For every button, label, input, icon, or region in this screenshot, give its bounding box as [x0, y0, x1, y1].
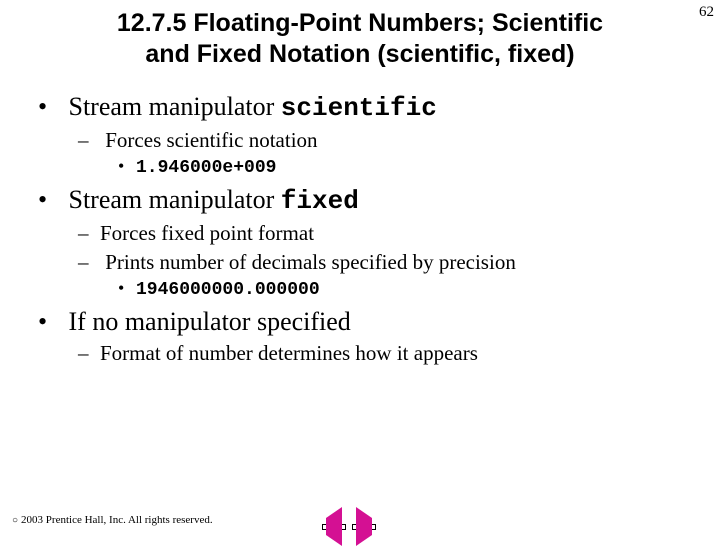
arrow-right-icon [356, 507, 372, 546]
subbullet-text: Forces scientific notation [105, 128, 317, 152]
code-fixed: fixed [281, 186, 359, 216]
bullet-text: Stream manipulator [69, 185, 281, 214]
page-number: 62 [699, 4, 714, 21]
subbullet-default-format: Format of number determines how it appea… [78, 339, 682, 367]
subbullet-text: Forces fixed point format [100, 221, 314, 245]
copyright-text: 2003 Prentice Hall, Inc. All rights rese… [21, 514, 213, 526]
bullet-fixed: Stream manipulator fixed Forces fixed po… [38, 182, 682, 302]
copyright-icon: ○ [12, 515, 18, 526]
subbullet-precision: Prints number of decimals specified by p… [78, 248, 682, 303]
example-fixed: 1946000000.000000 [118, 276, 682, 302]
bullet-no-manipulator: If no manipulator specified Format of nu… [38, 304, 682, 367]
slide-body: Stream manipulator scientific Forces sci… [0, 71, 720, 368]
arrow-left-icon [326, 507, 342, 546]
title-line-1: 12.7.5 Floating-Point Numbers; Scientifi… [117, 9, 603, 37]
subbullet-fixed-format: Forces fixed point format [78, 219, 682, 247]
code-scientific: scientific [281, 93, 437, 123]
subbullet-text: Prints number of decimals specified by p… [105, 250, 516, 274]
copyright-footer: ○ 2003 Prentice Hall, Inc. All rights re… [12, 514, 213, 526]
bullet-scientific: Stream manipulator scientific Forces sci… [38, 89, 682, 181]
subbullet-scientific-notation: Forces scientific notation 1.946000e+009 [78, 126, 682, 181]
nav-arrows [322, 524, 376, 530]
code-example: 1.946000e+009 [136, 158, 276, 178]
slide-title: 12.7.5 Floating-Point Numbers; Scientifi… [0, 0, 720, 71]
example-scientific: 1.946000e+009 [118, 154, 682, 180]
bullet-text: If no manipulator specified [69, 307, 351, 336]
subbullet-text: Format of number determines how it appea… [100, 341, 478, 365]
code-example: 1946000000.000000 [136, 280, 320, 300]
next-button[interactable] [352, 524, 376, 530]
prev-button[interactable] [322, 524, 346, 530]
bullet-text: Stream manipulator [69, 92, 281, 121]
title-line-2: and Fixed Notation (scientific, fixed) [145, 40, 574, 68]
slide: 62 12.7.5 Floating-Point Numbers; Scient… [0, 0, 720, 540]
